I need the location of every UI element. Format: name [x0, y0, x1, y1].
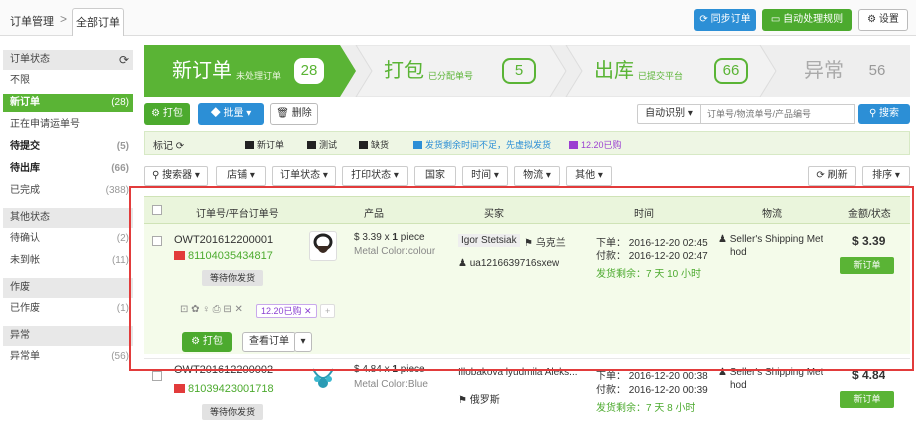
sidebar: 订单状态 ⟳ 不限 新订单 (28) 正在申请运单号 待提交 (5) 待出库 (66)…: [0, 40, 134, 422]
tag-virtual-ship[interactable]: 发货剩余时间不足，先虚拟发货: [413, 138, 551, 151]
sidebar-header-exception: 异常: [3, 326, 133, 346]
delete-button[interactable]: 🗑 删除: [270, 103, 318, 125]
sidebar-header-other: 其他状态: [3, 208, 133, 228]
print-status-dropdown[interactable]: 打印状态 ▾: [342, 166, 408, 186]
pack-icon: ⚙: [151, 108, 161, 119]
refresh-icon: ⟳: [175, 141, 185, 152]
search-icon: ⚲: [868, 108, 877, 119]
searcher-dropdown[interactable]: ⚲ 搜索器 ▾: [144, 166, 208, 186]
waiting-ship-badge: 等待你发货: [202, 404, 264, 420]
batch-button[interactable]: ◆ 批量 ▾: [198, 103, 264, 125]
sidebar-item-applying[interactable]: 正在申请运单号: [3, 116, 133, 134]
sidebar-item-new-orders[interactable]: 新订单 (28): [3, 94, 133, 112]
sidebar-item-exception[interactable]: 异常单 (56): [3, 348, 133, 366]
auto-rules-button[interactable]: ▭ 自动处理规则: [762, 9, 852, 31]
auto-detect-dropdown[interactable]: 自动识别 ▾: [637, 104, 701, 124]
tag-bar: 标记 ⟳ 新订单 测试 缺货 发货剩余时间不足，先虚拟发货 12.20已购: [144, 131, 910, 155]
sidebar-item-pending-ship[interactable]: 待出库 (66): [3, 160, 133, 178]
sidebar-item-completed[interactable]: 已完成 (388): [3, 182, 133, 200]
other-dropdown[interactable]: 其他 ▾: [566, 166, 612, 186]
search-button[interactable]: ⚲ 搜索: [858, 104, 910, 124]
breadcrumb[interactable]: 订单管理: [10, 13, 54, 29]
order-status-dropdown[interactable]: 订单状态 ▾: [272, 166, 336, 186]
refresh-icon: ⟳: [816, 170, 825, 181]
caret-down-icon: ▾: [246, 108, 252, 119]
sidebar-item-pending-submit[interactable]: 待提交 (5): [3, 138, 133, 156]
refresh-icon: ⟳: [699, 14, 708, 25]
order-flow-steps: 新订单 未处理订单 28 打包 已分配单号 5 出库 已提交平台 66 异常 5…: [144, 45, 910, 97]
flag-icon: [245, 141, 254, 149]
tag-out-of-stock[interactable]: 缺货: [359, 138, 389, 151]
sort-dropdown[interactable]: 排序 ▾: [862, 166, 910, 186]
buyer-country: ⚑ 俄罗斯: [458, 395, 500, 406]
sidebar-item-unpaid[interactable]: 未到帐 (11): [3, 252, 133, 270]
logistics-method-cont: hod: [730, 380, 747, 391]
search-input[interactable]: [701, 104, 855, 124]
refresh-button[interactable]: ⟳ 刷新: [808, 166, 856, 186]
tag-icon: ◆: [210, 108, 221, 119]
ship-remaining: 发货剩余：7 天 8 小时: [596, 403, 696, 414]
country-filter[interactable]: 国家: [414, 166, 456, 186]
tab-all-orders[interactable]: 全部订单: [72, 8, 124, 36]
settings-button[interactable]: ⚙ 设置: [858, 9, 908, 31]
flag-icon: [307, 141, 316, 149]
breadcrumb-separator: >: [60, 12, 68, 26]
envelope-icon: [174, 384, 185, 393]
product-attr: Metal Color:Blue: [354, 379, 428, 390]
flag-icon: [359, 141, 368, 149]
tag-label: 标记 ⟳: [153, 141, 185, 152]
platform-order-number[interactable]: 81039423001718: [174, 383, 274, 395]
sync-orders-button[interactable]: ⟳ 同步订单: [694, 9, 756, 31]
sidebar-header-order-status: 订单状态 ⟳: [3, 50, 133, 70]
sidebar-item-all[interactable]: 不限: [3, 72, 133, 90]
row-checkbox[interactable]: [152, 371, 162, 381]
toggle-icon: ▭: [770, 14, 781, 25]
trash-icon: 🗑: [276, 108, 289, 119]
search-icon: ⚲: [152, 170, 160, 181]
gear-icon: ⚙: [867, 14, 877, 25]
time-dropdown[interactable]: 时间 ▾: [462, 166, 508, 186]
tag-test[interactable]: 测试: [307, 138, 337, 151]
flag-icon: ⚑: [458, 395, 467, 406]
sidebar-header-void: 作废: [3, 278, 133, 298]
tag-purchased[interactable]: 12.20已购: [569, 138, 622, 151]
status-badge[interactable]: 新订单: [840, 391, 894, 408]
shop-dropdown[interactable]: 店铺 ▾: [216, 166, 266, 186]
refresh-icon[interactable]: ⟳: [119, 50, 129, 70]
pack-button[interactable]: ⚙ 打包: [144, 103, 190, 125]
sidebar-item-voided[interactable]: 已作废 (1): [3, 300, 133, 318]
sidebar-item-to-confirm[interactable]: 待确认 (2): [3, 230, 133, 248]
flag-icon: [413, 141, 422, 149]
logistics-dropdown[interactable]: 物流 ▾: [514, 166, 560, 186]
highlight-box: [129, 186, 914, 371]
top-bar: 订单管理 > 全部订单 ⟳ 同步订单 ▭ 自动处理规则 ⚙ 设置: [0, 0, 916, 36]
tag-new-order[interactable]: 新订单: [245, 138, 284, 151]
pay-time: 付款： 2016-12-20 00:39: [596, 385, 708, 396]
flag-icon: [569, 141, 578, 149]
